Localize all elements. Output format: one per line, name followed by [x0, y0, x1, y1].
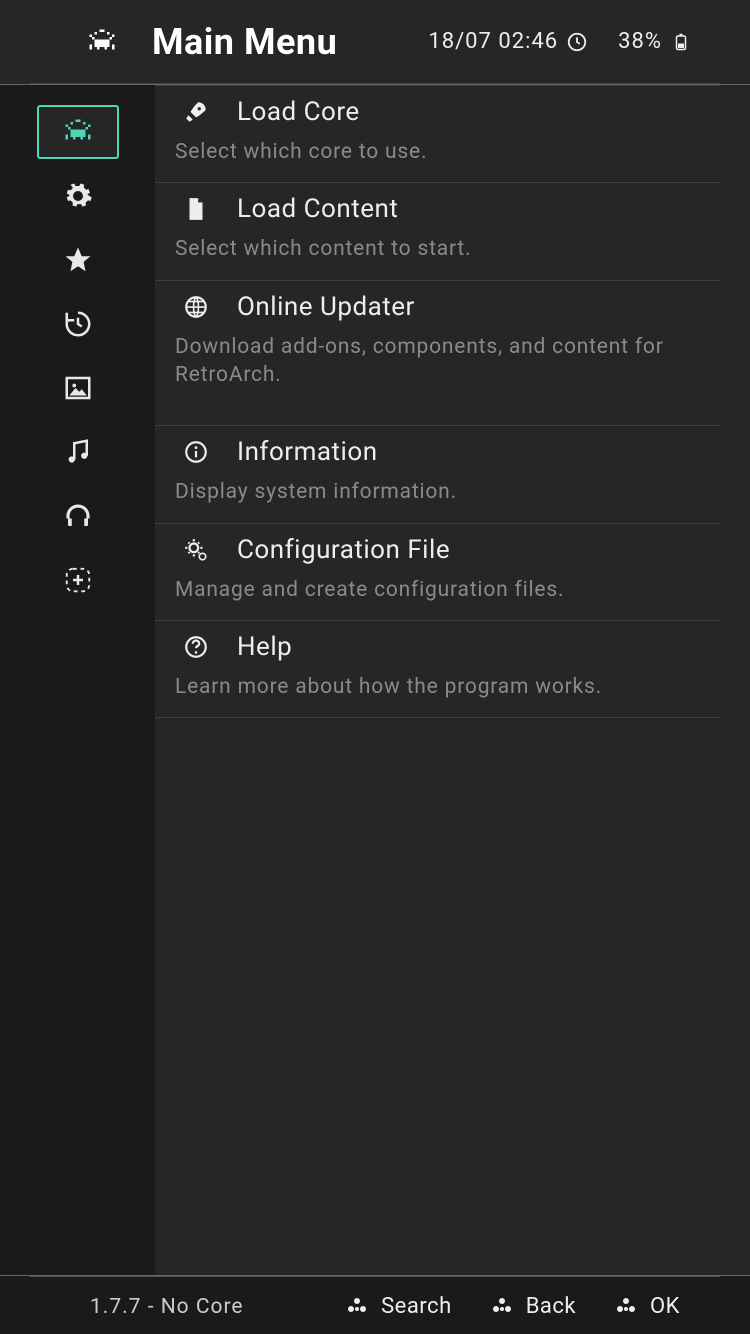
sidebar-item-netplay[interactable]: [37, 489, 119, 543]
menu-item-title: Configuration File: [237, 535, 450, 565]
datetime-label: 18/07 02:46: [428, 29, 558, 54]
menu-item-title: Information: [237, 437, 378, 467]
menu-item-title: Load Core: [237, 97, 360, 127]
sidebar-item-main-menu[interactable]: [37, 105, 119, 159]
music-icon: [63, 437, 93, 467]
menu-item-title: Online Updater: [237, 292, 415, 322]
star-icon: [63, 245, 93, 275]
help-icon: [183, 634, 209, 660]
sidebar-item-images[interactable]: [37, 361, 119, 415]
menu-item-desc: Download add-ons, components, and conten…: [155, 333, 720, 406]
menu-item-desc: Learn more about how the program works.: [155, 673, 720, 717]
header: Main Menu 18/07 02:46 38%: [30, 0, 720, 84]
footer-action-search[interactable]: Search: [345, 1294, 452, 1319]
plus-icon: [63, 565, 93, 595]
sidebar-item-favorites[interactable]: [37, 233, 119, 287]
menu-item-configuration-file[interactable]: Configuration File Manage and create conf…: [155, 523, 720, 620]
sidebar: [0, 85, 155, 1275]
app-logo-icon: [80, 27, 124, 57]
main-content: Load CoreSelect which core to use.Load C…: [155, 85, 750, 1275]
footer-action-label: Back: [526, 1294, 576, 1319]
cogs-icon: [183, 537, 209, 563]
menu-item-title: Help: [237, 632, 292, 662]
footer-action-back[interactable]: Back: [490, 1294, 576, 1319]
sidebar-item-add[interactable]: [37, 553, 119, 607]
file-icon: [183, 196, 209, 222]
pad-icon: [490, 1295, 514, 1319]
rocket-icon: [183, 99, 209, 125]
status-text: 1.7.7 - No Core: [90, 1295, 345, 1319]
menu-item-online-updater[interactable]: Online Updater Download add-ons, componen…: [155, 280, 720, 406]
battery-icon: [670, 29, 690, 55]
page-title: Main Menu: [152, 21, 428, 63]
history-icon: [63, 309, 93, 339]
sidebar-item-settings[interactable]: [37, 169, 119, 223]
info-icon: [183, 439, 209, 465]
footer: 1.7.7 - No Core Search Back OK: [30, 1276, 720, 1334]
footer-action-ok[interactable]: OK: [614, 1294, 680, 1319]
menu-item-title: Load Content: [237, 194, 398, 224]
footer-action-label: Search: [381, 1294, 452, 1319]
pad-icon: [614, 1295, 638, 1319]
menu-item-information[interactable]: Information Display system information.: [155, 425, 720, 522]
status-bar: 18/07 02:46 38%: [428, 29, 690, 55]
menu-item-load-content[interactable]: Load Content Select which content to star…: [155, 182, 720, 279]
menu-item-help[interactable]: Help Learn more about how the program wor…: [155, 620, 720, 718]
battery-label: 38%: [618, 29, 662, 54]
sidebar-item-music[interactable]: [37, 425, 119, 479]
clock-icon: [566, 31, 588, 53]
headset-icon: [63, 501, 93, 531]
pad-icon: [345, 1295, 369, 1319]
globe-icon: [183, 294, 209, 320]
menu-item-desc: Manage and create configuration files.: [155, 576, 720, 620]
menu-item-desc: Select which core to use.: [155, 138, 720, 182]
footer-action-label: OK: [650, 1294, 680, 1319]
image-icon: [63, 373, 93, 403]
sidebar-item-history[interactable]: [37, 297, 119, 351]
invader-icon: [63, 117, 93, 147]
menu-item-desc: Select which content to start.: [155, 235, 720, 279]
gear-icon: [63, 181, 93, 211]
menu-item-load-core[interactable]: Load Core Select which core to use.: [155, 85, 720, 182]
menu-item-desc: Display system information.: [155, 478, 720, 522]
